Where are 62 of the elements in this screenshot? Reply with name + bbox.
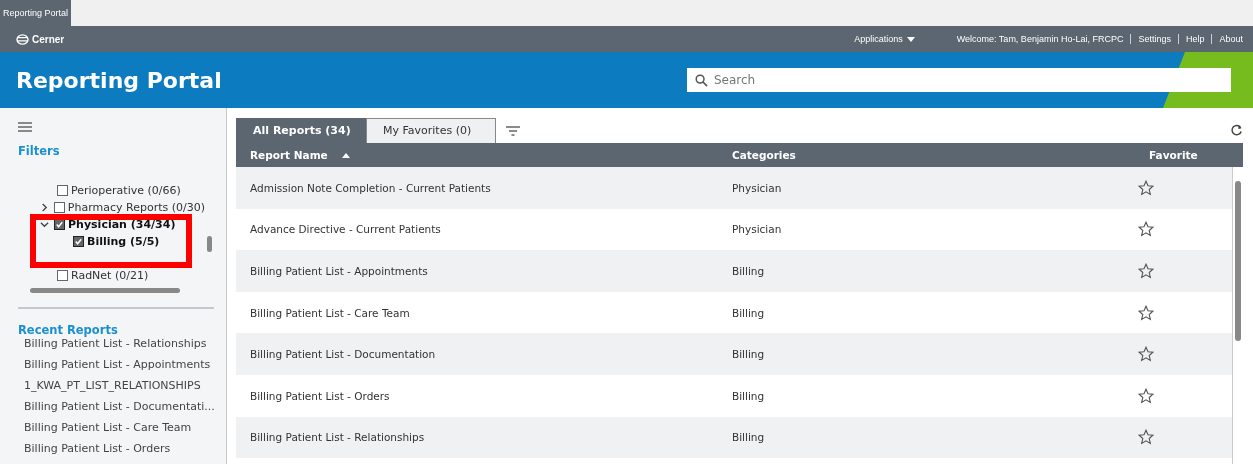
filter-icon[interactable] [506, 125, 520, 136]
checkbox[interactable] [54, 219, 65, 230]
table-cell-text: Billing [732, 431, 766, 444]
scrollbar[interactable] [1232, 167, 1243, 464]
table-cell-text: Physician [732, 181, 783, 194]
table-cell-text: Billing [732, 265, 766, 277]
column-header[interactable]: Favorite [1143, 149, 1243, 161]
table-cell-text: Billing [732, 306, 766, 319]
chevron-down-icon[interactable] [40, 220, 49, 229]
recent-report-link[interactable]: Billing Patient List - Relationships [18, 337, 214, 358]
table-cell-text: Admission Note Completion - Current Patients [249, 181, 492, 194]
column-header[interactable]: Report Name [236, 149, 732, 161]
applications-menu[interactable]: Applications [854, 34, 915, 44]
checkbox[interactable] [53, 202, 65, 213]
star-icon[interactable] [1138, 304, 1154, 321]
recent-report-link[interactable]: Billing Patient List - Orders [18, 442, 214, 463]
table-cell-text: Billing [732, 348, 766, 361]
table-cell-text: Billing [732, 389, 766, 402]
star-icon[interactable] [1138, 263, 1154, 279]
recent-reports-heading: Recent Reports [18, 323, 119, 337]
header-link[interactable]: Help [1185, 34, 1205, 44]
portal-title: Reporting Portal [16, 67, 223, 93]
star-icon[interactable] [1138, 429, 1154, 446]
chevron-right-icon[interactable] [40, 203, 49, 212]
checkbox[interactable] [73, 236, 84, 247]
table-cell-text: Billing Patient List - Care Team [249, 306, 411, 319]
filter-label[interactable]: Perioperative (0/66) [71, 184, 181, 197]
table-cell-text: Advance Directive - Current Patients [249, 223, 442, 236]
filters-heading: Filters [18, 144, 61, 158]
filter-label[interactable]: Pharmacy Reports (0/30) [67, 201, 205, 214]
star-icon[interactable] [1138, 179, 1154, 196]
table-cell-text: Billing Patient List - Orders [249, 389, 391, 402]
recent-report-link[interactable]: 1_KWA_PT_LIST_RELATIONSHIPS [18, 379, 214, 400]
filter-label[interactable]: Billing (5/5) [87, 235, 160, 248]
checkbox[interactable] [57, 185, 68, 196]
globe-icon [16, 33, 29, 45]
header-link[interactable]: Settings [1138, 34, 1171, 44]
star-icon[interactable] [1138, 387, 1154, 404]
logo-text: Cerner [32, 33, 65, 45]
star-icon[interactable] [1138, 221, 1154, 238]
star-icon[interactable] [1138, 346, 1154, 363]
recent-report-link[interactable]: Billing Patient List - Documentati... [18, 400, 214, 421]
table-cell-text: Billing Patient List - Documentation [249, 348, 437, 361]
checkbox[interactable] [57, 270, 68, 281]
header-link[interactable]: About [1219, 34, 1243, 44]
menu-icon[interactable] [18, 122, 32, 132]
refresh-icon[interactable] [1230, 124, 1243, 137]
caret-icon [906, 36, 915, 42]
column-header[interactable]: Categories [732, 149, 1143, 161]
search-field[interactable]: Search [687, 68, 1231, 92]
recent-report-link[interactable]: Billing Patient List - Care Team [18, 421, 214, 442]
welcome-text: Welcome: Tam, Benjamin Ho-Lai, FRCPC [956, 34, 1124, 44]
browser-tab[interactable]: Reporting Portal [0, 0, 72, 26]
logo[interactable]: Cerner [16, 33, 65, 45]
table-cell-text: Billing Patient List - Appointments [249, 265, 429, 277]
recent-report-link[interactable]: Billing Patient List - Appointments [18, 358, 214, 379]
tab[interactable]: My Favorites (0) [366, 118, 496, 143]
table-cell-text: Billing Patient List - Relationships [249, 431, 426, 444]
table-cell-text: Physician [732, 223, 783, 236]
filter-label[interactable]: Physician (34/34) [68, 218, 176, 231]
tab[interactable]: All Reports (34) [236, 118, 366, 143]
filter-label[interactable]: RadNet (0/21) [71, 269, 149, 282]
